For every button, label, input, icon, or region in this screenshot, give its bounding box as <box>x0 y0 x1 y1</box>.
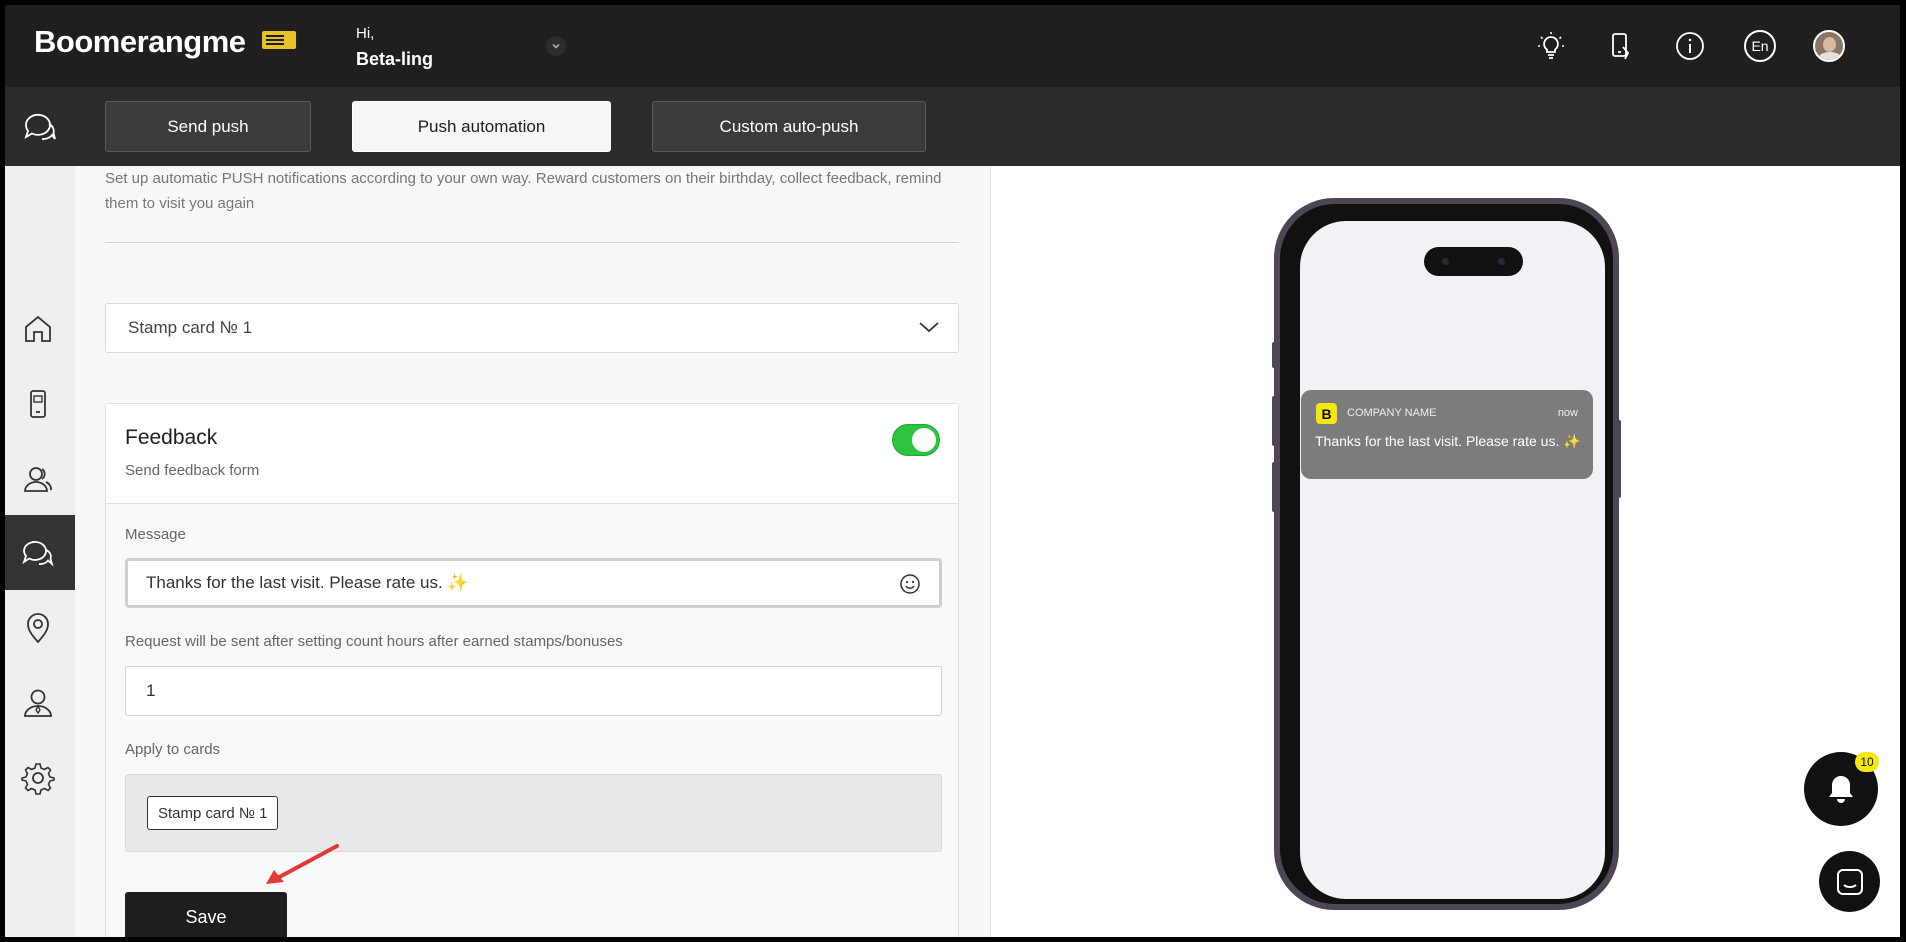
sidebar-item-cards[interactable] <box>0 366 75 441</box>
top-bar: Boomerangme Hi, Beta-ling En <box>0 0 1906 87</box>
sidebar-item-home[interactable] <box>0 291 75 366</box>
sidebar-item-clients[interactable] <box>0 441 75 516</box>
tab-send-push[interactable]: Send push <box>105 101 311 152</box>
dynamic-island <box>1424 247 1523 276</box>
sidebar-item-locations[interactable] <box>0 590 75 665</box>
support-chat-icon <box>1836 868 1863 895</box>
feedback-title: Feedback <box>125 426 218 449</box>
notification-text: Thanks for the last visit. Please rate u… <box>1315 433 1581 449</box>
intro-description: Set up automatic PUSH notifications acco… <box>105 170 942 212</box>
sidebar <box>0 166 75 942</box>
phone-preview <box>1274 198 1619 910</box>
hours-input[interactable]: 1 <box>125 666 942 716</box>
sidebar-item-settings[interactable] <box>0 740 75 815</box>
apply-to-cards-label: Apply to cards <box>125 741 221 758</box>
save-button[interactable]: Save <box>125 892 287 942</box>
message-label: Message <box>125 526 186 543</box>
chat-icon <box>21 540 54 567</box>
preview-separator <box>990 166 991 942</box>
feedback-panel-header: Feedback Send feedback form <box>106 404 958 504</box>
chevron-down-icon <box>919 322 939 333</box>
brand-badge-icon <box>262 31 296 49</box>
message-input-value: Thanks for the last visit. Please rate u… <box>146 573 469 592</box>
tab-bar: Send push Push automation Custom auto-pu… <box>0 87 1906 166</box>
gear-icon <box>20 762 55 795</box>
phone-screen <box>1300 221 1605 899</box>
greeting-text: Hi, <box>356 25 375 42</box>
brand-logo[interactable]: Boomerangme <box>34 24 246 60</box>
lightbulb-icon[interactable] <box>1535 30 1567 62</box>
apply-to-cards-selector[interactable]: Stamp card № 1 <box>125 774 942 852</box>
main-content: Set up automatic PUSH notifications acco… <box>75 166 990 942</box>
message-input[interactable]: Thanks for the last visit. Please rate u… <box>125 558 942 608</box>
tab-custom-auto-push[interactable]: Custom auto-push <box>652 101 926 152</box>
emoji-picker-icon[interactable] <box>899 573 921 595</box>
notifications-count-badge: 10 <box>1855 752 1879 772</box>
sidebar-item-managers[interactable] <box>0 665 75 740</box>
notification-company-name: COMPANY NAME <box>1347 407 1437 419</box>
feedback-enabled-toggle[interactable] <box>892 424 940 456</box>
phone-bezel <box>1280 204 1613 904</box>
support-chat-button[interactable] <box>1819 851 1880 912</box>
feedback-subtitle: Send feedback form <box>125 462 260 479</box>
push-notification-preview: B COMPANY NAME now Thanks for the last v… <box>1301 390 1593 479</box>
card-select-value: Stamp card № 1 <box>128 318 253 337</box>
mobile-device-icon[interactable] <box>1604 30 1636 62</box>
bell-icon <box>1829 776 1853 803</box>
divider <box>105 242 959 243</box>
feedback-panel: Feedback Send feedback form Message Than… <box>105 403 959 942</box>
home-icon <box>24 315 51 342</box>
info-icon[interactable] <box>1674 30 1706 62</box>
hours-label: Request will be sent after setting count… <box>125 633 623 650</box>
sidebar-item-push[interactable] <box>0 515 75 590</box>
chat-bubbles-icon <box>22 109 58 145</box>
tab-push-automation[interactable]: Push automation <box>352 101 611 152</box>
annotation-arrow <box>266 844 339 884</box>
account-dropdown-chevron-icon[interactable] <box>546 36 566 56</box>
company-logo-icon: B <box>1316 403 1337 424</box>
location-icon <box>26 612 49 643</box>
manager-icon <box>23 689 52 717</box>
clients-icon <box>23 466 52 492</box>
user-name[interactable]: Beta-ling <box>356 49 433 70</box>
card-select-dropdown[interactable]: Stamp card № 1 <box>105 303 959 353</box>
card-chip[interactable]: Stamp card № 1 <box>147 796 279 830</box>
user-avatar[interactable] <box>1813 30 1845 62</box>
notification-time: now <box>1557 407 1578 419</box>
language-switcher[interactable]: En <box>1744 30 1776 62</box>
mobile-card-icon <box>29 389 46 418</box>
